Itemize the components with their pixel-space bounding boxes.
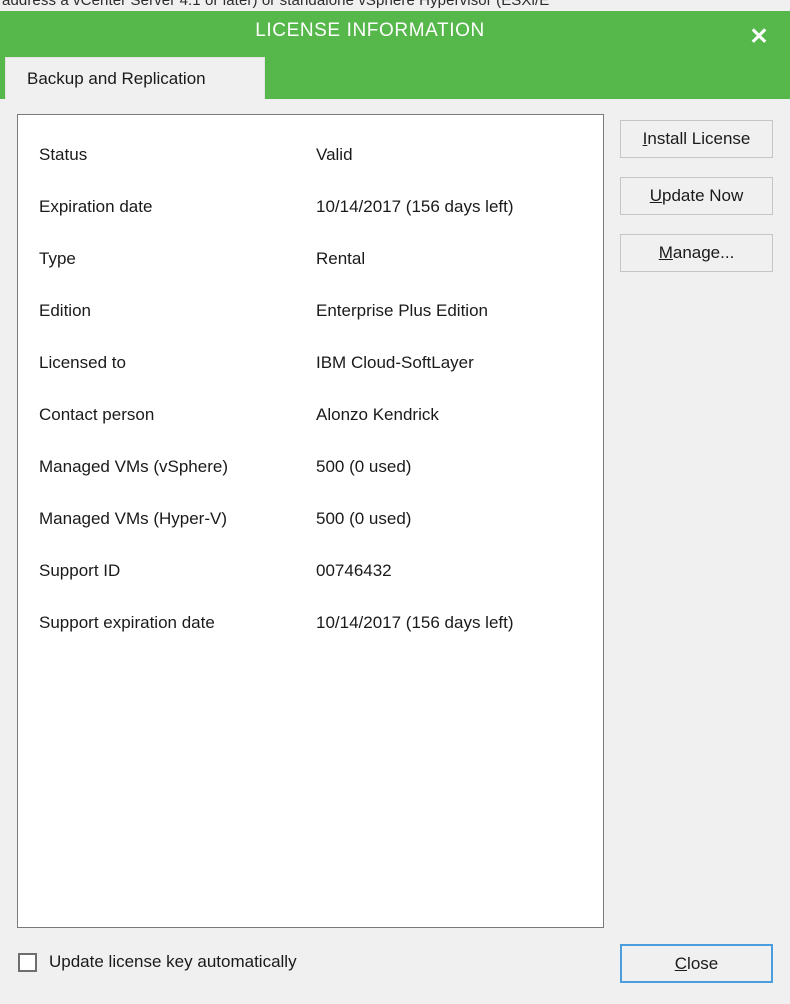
table-row: Managed VMs (Hyper-V) 500 (0 used) bbox=[18, 509, 603, 535]
row-label: Support ID bbox=[39, 561, 121, 580]
table-row: Contact person Alonzo Kendrick bbox=[18, 405, 603, 431]
dialog-body: Status Valid Expiration date 10/14/2017 … bbox=[0, 99, 790, 1004]
tab-label: Backup and Replication bbox=[27, 68, 206, 88]
close-button[interactable]: Close bbox=[620, 944, 773, 983]
update-license-key-automatically-row[interactable]: Update license key automatically bbox=[18, 952, 297, 972]
row-label: Edition bbox=[39, 301, 91, 320]
row-value: Valid bbox=[316, 145, 353, 164]
row-label: Status bbox=[39, 145, 88, 164]
page-title: LICENSE INFORMATION bbox=[255, 20, 485, 41]
table-row: Status Valid bbox=[18, 145, 603, 171]
close-icon[interactable]: ✕ bbox=[742, 21, 776, 51]
accelerator-letter: M bbox=[658, 243, 673, 262]
row-value: 00746432 bbox=[316, 561, 392, 580]
background-clipped-text: address a vCenter Server 4.1 or later) o… bbox=[2, 0, 550, 9]
table-row: Edition Enterprise Plus Edition bbox=[18, 301, 603, 327]
button-label: lose bbox=[687, 953, 719, 973]
row-value: IBM Cloud-SoftLayer bbox=[316, 353, 474, 372]
row-value: 10/14/2017 (156 days left) bbox=[316, 197, 514, 216]
update-now-button[interactable]: Update Now bbox=[620, 177, 773, 215]
button-label: anage... bbox=[672, 243, 735, 262]
row-value: 500 (0 used) bbox=[316, 509, 412, 528]
table-row: Support ID 00746432 bbox=[18, 561, 603, 587]
table-row: Licensed to IBM Cloud-SoftLayer bbox=[18, 353, 603, 379]
license-info-panel: Status Valid Expiration date 10/14/2017 … bbox=[17, 114, 604, 928]
accelerator-letter: C bbox=[674, 953, 688, 973]
row-value: Rental bbox=[316, 249, 366, 268]
install-license-button[interactable]: Install License bbox=[620, 120, 773, 158]
table-row: Expiration date 10/14/2017 (156 days lef… bbox=[18, 197, 603, 223]
accelerator-letter: U bbox=[649, 186, 662, 205]
row-value: Enterprise Plus Edition bbox=[316, 301, 488, 320]
row-value: 500 (0 used) bbox=[316, 457, 412, 476]
dialog-footer: Update license key automatically Close bbox=[0, 944, 790, 1004]
row-label: Type bbox=[39, 249, 76, 268]
row-label: Expiration date bbox=[39, 197, 153, 216]
table-row: Managed VMs (vSphere) 500 (0 used) bbox=[18, 457, 603, 483]
manage-button[interactable]: Manage... bbox=[620, 234, 773, 272]
tab-backup-and-replication[interactable]: Backup and Replication bbox=[5, 57, 265, 99]
row-label: Support expiration date bbox=[39, 613, 215, 632]
button-label: pdate Now bbox=[662, 186, 744, 205]
row-label: Contact person bbox=[39, 405, 155, 424]
update-license-key-automatically-checkbox[interactable] bbox=[18, 952, 37, 972]
row-value: 10/14/2017 (156 days left) bbox=[316, 613, 514, 632]
row-value: Alonzo Kendrick bbox=[316, 405, 439, 424]
background-clipped-text-strip: address a vCenter Server 4.1 or later) o… bbox=[0, 0, 790, 11]
row-label: Managed VMs (Hyper-V) bbox=[39, 509, 228, 528]
update-license-key-automatically-label: Update license key automatically bbox=[49, 952, 297, 971]
row-label: Licensed to bbox=[39, 353, 126, 372]
table-row: Type Rental bbox=[18, 249, 603, 275]
row-label: Managed VMs (vSphere) bbox=[39, 457, 228, 476]
table-row: Support expiration date 10/14/2017 (156 … bbox=[18, 613, 603, 639]
button-label: nstall License bbox=[647, 129, 751, 148]
